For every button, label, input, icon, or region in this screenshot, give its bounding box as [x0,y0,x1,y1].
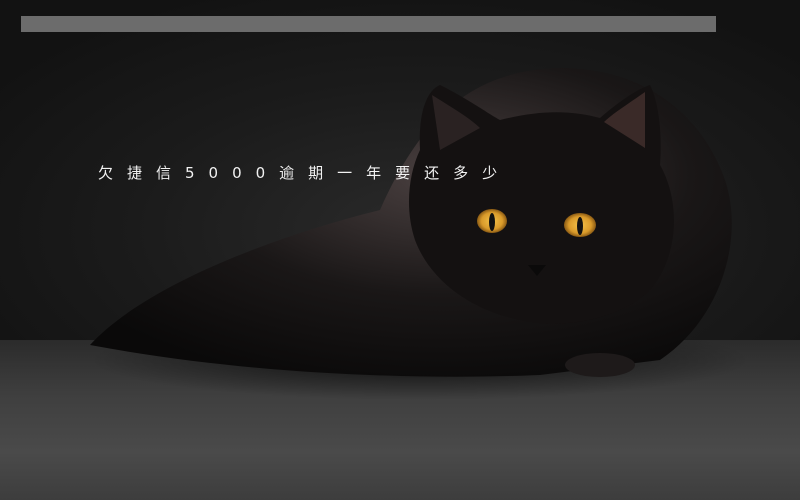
black-cat-icon [90,68,750,400]
photo-stage: 欠捷信5000逾期一年要还多少 [0,0,800,500]
right-pupil [577,217,583,235]
caption-text: 欠捷信5000逾期一年要还多少 [98,164,512,182]
left-pupil [489,213,495,231]
top-bar [21,16,716,32]
cat-paw [565,353,635,377]
